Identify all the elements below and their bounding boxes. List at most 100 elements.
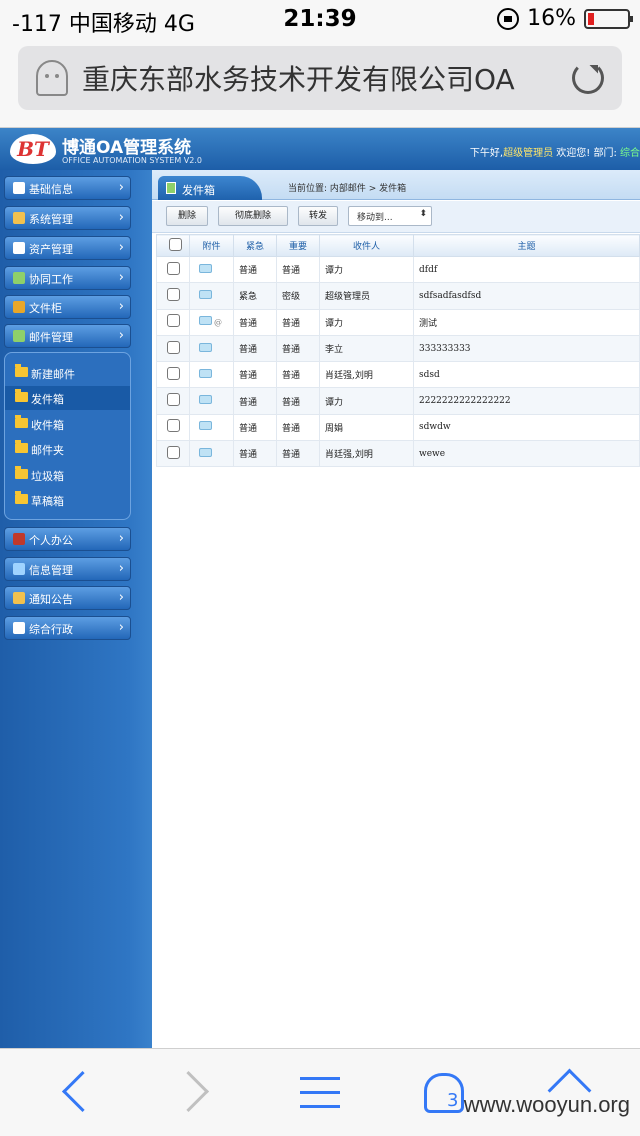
user-name[interactable]: 超级管理员 [503, 148, 553, 159]
submenu-drafts[interactable]: 草稿箱 [5, 488, 130, 512]
row-checkbox[interactable] [167, 340, 180, 354]
folder-icon [15, 440, 28, 453]
info-icon [13, 563, 25, 575]
recipient-cell: 谭力 [319, 387, 414, 415]
attachment-icon: @ [214, 318, 222, 328]
sidebar-item-mail[interactable]: 邮件管理 › [4, 324, 131, 348]
row-select-cell[interactable] [156, 361, 190, 389]
back-icon[interactable] [58, 1069, 88, 1117]
table-row[interactable]: 普通 普通 李立 333333333 [156, 334, 640, 363]
submenu-trash[interactable]: 垃圾箱 [5, 463, 130, 487]
subject-cell[interactable]: 测试 [413, 308, 640, 336]
sidebar-item-label: 邮件管理 [29, 331, 73, 344]
urgency-cell: 紧急 [233, 282, 277, 310]
recipient-cell: 周娟 [319, 413, 414, 442]
greeting-suffix: 欢迎您! 部门: [553, 148, 620, 159]
table-row[interactable]: 紧急 密级 超级管理员 sdfsadfasdfsd [156, 282, 640, 310]
delete-all-button[interactable]: 彻底删除 [218, 206, 288, 226]
sidebar-item-system[interactable]: 系统管理 › [4, 206, 131, 230]
sidebar-item-basic-info[interactable]: 基础信息 › [4, 176, 131, 200]
column-header: 附件 [189, 234, 234, 257]
move-to-select[interactable]: 移动到... ⬍ [348, 206, 432, 226]
book-icon [13, 242, 25, 254]
importance-cell: 普通 [276, 255, 320, 284]
subject-cell[interactable]: sdwdw [413, 413, 640, 442]
importance-cell: 普通 [276, 361, 320, 389]
row-checkbox[interactable] [167, 393, 180, 407]
greeting-prefix: 下午好, [469, 148, 504, 159]
tabs-icon[interactable]: 3 [424, 1073, 464, 1113]
menu-icon[interactable] [300, 1069, 340, 1117]
mail-rows: 普通 普通 谭力 dfdf 紧急 密级 超级管理员 sdfsadfasdfsd @ 普通 普通 谭力测… [156, 255, 640, 468]
attachment-cell [189, 282, 234, 310]
row-select-cell[interactable] [156, 440, 190, 468]
row-checkbox[interactable] [167, 445, 180, 459]
importance-cell: 普通 [276, 413, 320, 442]
table-row[interactable]: 普通 普通 肖廷强,刘明 wewe [156, 440, 640, 468]
status-bar: -117 中国移动 4G 21:39 16% [0, 0, 640, 40]
watermark: www.wooyun.org [463, 1092, 630, 1117]
private-ghost-icon [36, 60, 68, 96]
urgency-cell: 普通 [233, 440, 277, 468]
mail-table: 附件 紧急 重要 收件人 主题 普通 普通 谭力 dfdf 紧急 密级 超级管理员 sdfsa… [156, 234, 640, 468]
sidebar-item-collab[interactable]: 协同工作 › [4, 266, 131, 290]
column-header: 重要 [276, 234, 320, 257]
chevron-right-icon: › [118, 590, 124, 605]
subject-cell[interactable]: sdfsadfasdfsd [413, 282, 640, 310]
row-checkbox[interactable] [167, 366, 180, 380]
submenu-label: 收件箱 [31, 419, 64, 432]
row-select-cell[interactable] [156, 413, 190, 442]
table-row[interactable]: 普通 普通 肖廷强,刘明 sdsd [156, 361, 640, 389]
reload-icon[interactable] [572, 62, 604, 94]
table-row[interactable]: 普通 普通 谭力 2222222222222222 [156, 387, 640, 415]
row-checkbox[interactable] [167, 261, 180, 275]
sidebar-item-assets[interactable]: 资产管理 › [4, 236, 131, 260]
forward-icon[interactable] [180, 1069, 210, 1117]
delete-button[interactable]: 删除 [166, 206, 208, 226]
subject-cell[interactable]: dfdf [413, 255, 640, 284]
submenu-mail-folder[interactable]: 邮件夹 [5, 437, 130, 461]
table-row[interactable]: 普通 普通 谭力 dfdf [156, 255, 640, 284]
toolbar: 删除 彻底删除 转发 移动到... ⬍ [152, 201, 640, 233]
row-select-cell[interactable] [156, 387, 190, 415]
submenu-new-mail[interactable]: 新建邮件 [5, 361, 130, 385]
submenu-inbox[interactable]: 收件箱 [5, 412, 130, 436]
row-select-cell[interactable] [156, 255, 190, 284]
app-subtitle: OFFICE AUTOMATION SYSTEM V2.0 [62, 156, 203, 165]
row-select-cell[interactable] [156, 334, 190, 363]
subject-cell[interactable]: sdsd [413, 361, 640, 389]
subject-cell[interactable]: 2222222222222222 [413, 387, 640, 415]
envelope-icon [199, 289, 212, 299]
workflow-icon [13, 272, 25, 284]
subject-cell[interactable]: wewe [413, 440, 640, 468]
tab-outbox[interactable]: 发件箱 [158, 176, 262, 200]
table-row[interactable]: 普通 普通 周娟 sdwdw [156, 413, 640, 442]
recipient-cell: 肖廷强,刘明 [319, 440, 414, 468]
row-select-cell[interactable] [156, 308, 190, 336]
select-all-checkbox[interactable] [169, 237, 182, 251]
row-checkbox[interactable] [167, 287, 180, 301]
urgency-cell: 普通 [233, 387, 277, 415]
sidebar-item-label: 资产管理 [29, 243, 73, 256]
address-bar[interactable]: 重庆东部水务技术开发有限公司OA [18, 46, 622, 110]
page-title-in-address-bar[interactable]: 重庆东部水务技术开发有限公司OA [82, 58, 562, 98]
forward-button[interactable]: 转发 [298, 206, 338, 226]
sidebar-item-file-cabinet[interactable]: 文件柜 › [4, 295, 131, 319]
row-checkbox[interactable] [167, 419, 180, 433]
row-select-cell[interactable] [156, 282, 190, 310]
sidebar-item-personal[interactable]: 个人办公 › [4, 527, 131, 551]
urgency-cell: 普通 [233, 413, 277, 442]
row-checkbox[interactable] [167, 314, 180, 328]
edit-icon [13, 182, 25, 194]
subject-cell[interactable]: 333333333 [413, 334, 640, 363]
folder-icon [15, 491, 28, 504]
table-row[interactable]: @ 普通 普通 谭力 测试 [156, 308, 640, 336]
submenu-label: 发件箱 [31, 393, 64, 406]
sidebar-item-label: 文件柜 [29, 302, 62, 315]
importance-cell: 密级 [276, 282, 320, 310]
select-all-header[interactable] [156, 234, 190, 257]
submenu-outbox[interactable]: 发件箱 [5, 386, 130, 410]
sidebar-item-info[interactable]: 信息管理 › [4, 557, 131, 581]
sidebar-item-notice[interactable]: 通知公告 › [4, 586, 131, 610]
sidebar-item-admin[interactable]: 综合行政 › [4, 616, 131, 640]
